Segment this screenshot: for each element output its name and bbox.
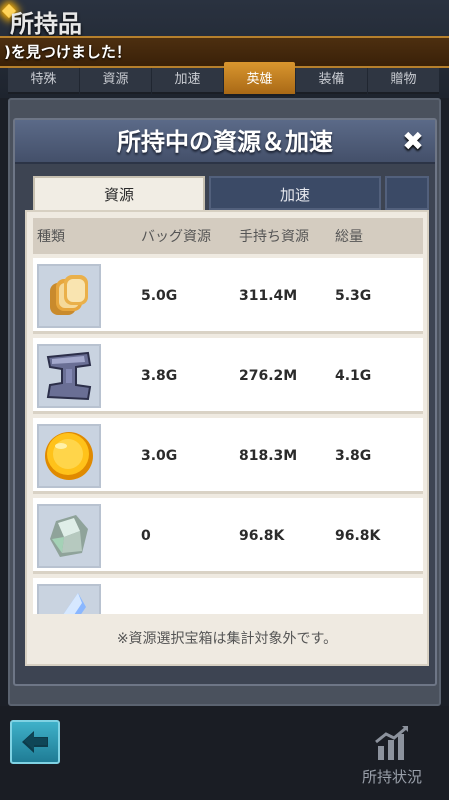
bag-value: 5.0G: [141, 288, 178, 304]
crystal-icon: [37, 584, 101, 614]
total-value: 96.8K: [335, 528, 381, 544]
resources-modal: 所持中の資源＆加速 ✖ 資源 加速 種類 バッグ資源 手持ち資源 総量 5.0G…: [13, 118, 437, 686]
table-header: 種類 バッグ資源 手持ち資源 総量: [33, 218, 423, 254]
bread-icon: [37, 264, 101, 328]
stone-icon: [37, 504, 101, 568]
table-rows[interactable]: 5.0G 311.4M 5.3G 3.8G 276.2M 4.1G 3.0G 8…: [33, 258, 423, 614]
category-tabs: 特殊 資源 加速 英雄 装備 贈物: [8, 62, 449, 98]
tab-gifts[interactable]: 贈物: [368, 68, 439, 94]
resource-table-panel: 種類 バッグ資源 手持ち資源 総量 5.0G 311.4M 5.3G 3.8G …: [25, 210, 429, 666]
header-hand: 手持ち資源: [239, 229, 309, 245]
header-bag: バッグ資源: [141, 229, 211, 245]
header-total: 総量: [335, 229, 363, 245]
chart-icon: [375, 726, 408, 760]
table-row: 0 96.8K 96.8K: [33, 498, 423, 574]
tab-extra-stub[interactable]: [385, 176, 429, 210]
hand-value: 96.8K: [239, 528, 285, 544]
back-button[interactable]: [10, 720, 60, 764]
total-value: 5.3G: [335, 288, 372, 304]
tab-heroes[interactable]: 英雄: [224, 62, 295, 96]
tab-resources-sub[interactable]: 資源: [33, 176, 205, 210]
hand-value: 276.2M: [239, 368, 298, 384]
table-row: 3.8G 276.2M 4.1G: [33, 338, 423, 414]
tab-resources[interactable]: 資源: [80, 68, 151, 94]
modal-title: 所持中の資源＆加速: [117, 128, 333, 156]
total-value: 4.1G: [335, 368, 372, 384]
total-value: 3.8G: [335, 448, 372, 464]
bag-value: 3.8G: [141, 368, 178, 384]
hand-value: 818.3M: [239, 448, 298, 464]
holding-status-button[interactable]: 所持状況: [352, 726, 432, 790]
table-row: [33, 578, 423, 614]
back-arrow-icon: [22, 731, 48, 753]
header-kind: 種類: [37, 229, 65, 245]
iron-ingot-icon: [37, 344, 101, 408]
table-row: 5.0G 311.4M 5.3G: [33, 258, 423, 334]
bag-value: 0: [141, 528, 151, 544]
tab-special[interactable]: 特殊: [8, 68, 79, 94]
tab-speedups[interactable]: 加速: [152, 68, 223, 94]
modal-header: 所持中の資源＆加速 ✖: [15, 120, 435, 164]
tab-speedups-sub[interactable]: 加速: [209, 176, 381, 210]
table-row: 3.0G 818.3M 3.8G: [33, 418, 423, 494]
gold-coin-icon: [37, 424, 101, 488]
footnote: ※資源選択宝箱は集計対象外です。: [116, 631, 338, 647]
tab-equipment[interactable]: 装備: [296, 68, 367, 94]
bottom-bar: 所持状況: [0, 706, 449, 800]
bag-value: 3.0G: [141, 448, 178, 464]
hand-value: 311.4M: [239, 288, 298, 304]
modal-tabs: 資源 加速: [33, 176, 429, 210]
close-icon[interactable]: ✖: [399, 128, 427, 156]
holding-status-label: 所持状況: [361, 768, 422, 786]
page-title: 所持品: [10, 10, 82, 38]
